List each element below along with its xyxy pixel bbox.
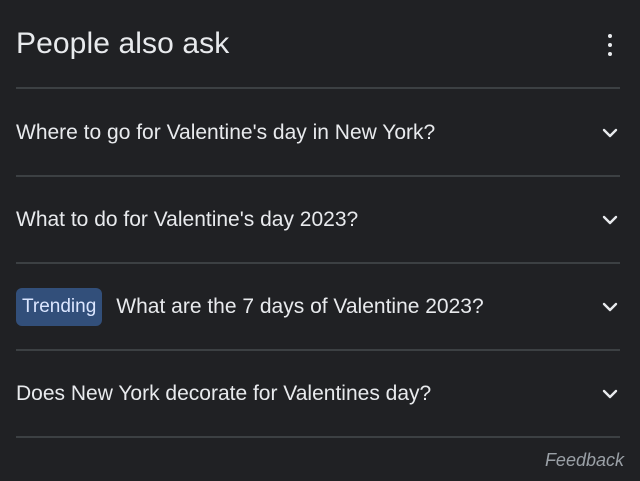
- chevron-down-icon[interactable]: [600, 210, 620, 230]
- more-options-button[interactable]: [602, 30, 618, 60]
- question-item[interactable]: Trending What are the 7 days of Valentin…: [16, 264, 620, 350]
- question-item[interactable]: Where to go for Valentine's day in New Y…: [16, 90, 620, 176]
- more-vert-icon: [608, 34, 612, 38]
- chevron-down-icon[interactable]: [600, 297, 620, 317]
- chevron-down-icon[interactable]: [600, 384, 620, 404]
- trending-badge: Trending: [16, 288, 103, 326]
- divider: [16, 436, 620, 438]
- divider: [16, 87, 620, 89]
- question-text: Does New York decorate for Valentines da…: [16, 382, 432, 405]
- question-item[interactable]: Does New York decorate for Valentines da…: [16, 351, 620, 437]
- question-text: What to do for Valentine's day 2023?: [16, 208, 359, 231]
- panel-header: People also ask: [16, 22, 624, 68]
- panel-title: People also ask: [16, 27, 230, 60]
- people-also-ask-panel: People also ask Where to go for Valentin…: [0, 0, 640, 481]
- question-text: What are the 7 days of Valentine 2023?: [116, 295, 484, 318]
- feedback-link[interactable]: Feedback: [545, 450, 624, 471]
- question-text: Where to go for Valentine's day in New Y…: [16, 121, 436, 144]
- chevron-down-icon[interactable]: [600, 123, 620, 143]
- question-item[interactable]: What to do for Valentine's day 2023?: [16, 177, 620, 263]
